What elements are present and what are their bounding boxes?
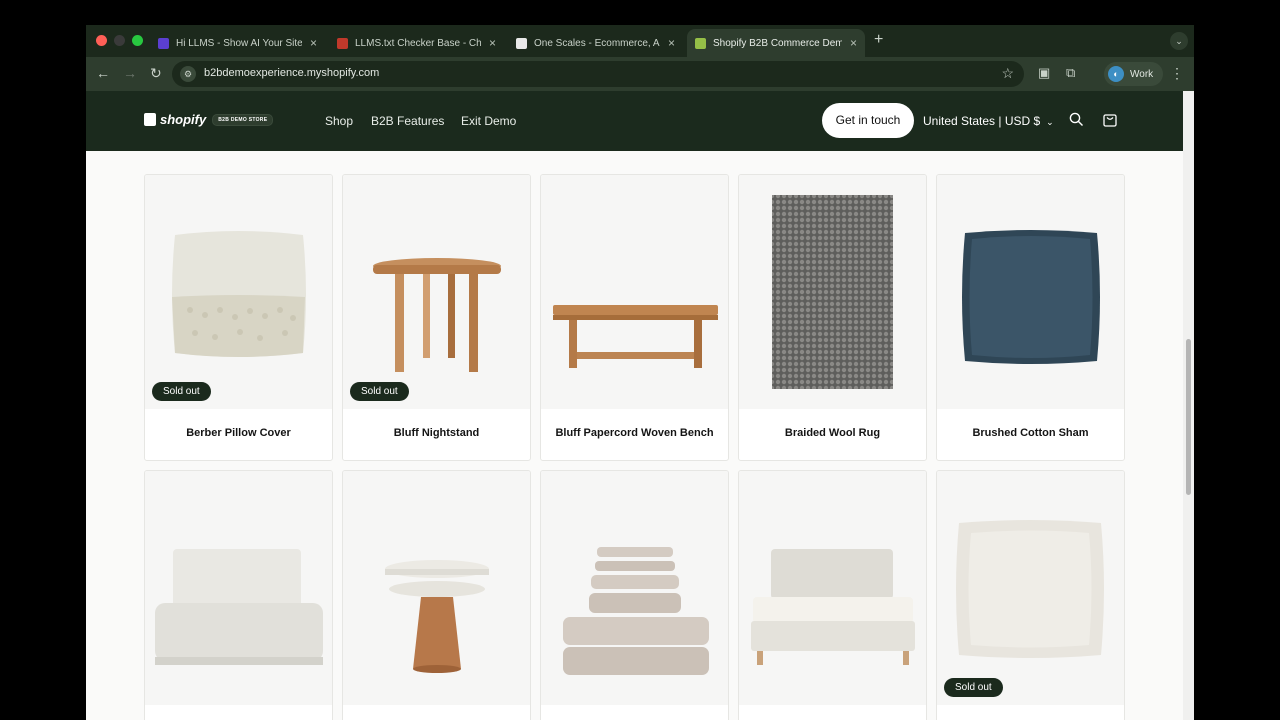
scrollbar-thumb[interactable] <box>1186 339 1191 495</box>
product-name[interactable]: Bluff Papercord Woven Bench <box>541 427 728 439</box>
back-icon[interactable]: ← <box>96 65 110 81</box>
puzzle-icon[interactable]: ⧉ <box>1066 65 1075 81</box>
sold-out-badge: Sold out <box>350 382 409 401</box>
avatar: ◐ <box>1108 66 1124 82</box>
product-card[interactable] <box>342 470 531 720</box>
tab-close-icon[interactable]: × <box>850 36 857 50</box>
site-header: shopify B2B DEMO STORE Shop B2B Features… <box>86 91 1183 151</box>
locale-label: United States | USD $ <box>923 114 1041 128</box>
sold-out-badge: Sold out <box>152 382 211 401</box>
url-text[interactable]: b2bdemoexperience.myshopify.com <box>204 67 379 79</box>
tab-strip: Hi LLMS - Show AI Your Site × LLMS.txt C… <box>86 25 1194 57</box>
bookmark-star-icon[interactable]: ☆ <box>1001 65 1014 82</box>
tab-one-scales[interactable]: One Scales - Ecommerce, An × <box>508 29 683 57</box>
close-window-button[interactable] <box>96 35 107 46</box>
browser-toolbar: ← → ↻ ⚙ b2bdemoexperience.myshopify.com … <box>86 57 1194 91</box>
product-name[interactable]: Brushed Cotton Sham <box>937 427 1124 439</box>
site-settings-icon[interactable]: ⚙ <box>180 66 196 82</box>
tab-favicon <box>337 37 348 49</box>
forward-icon[interactable]: → <box>123 65 137 81</box>
tab-close-icon[interactable]: × <box>668 36 675 50</box>
product-card[interactable]: Braided Wool Rug <box>738 174 927 461</box>
product-card[interactable] <box>738 470 927 720</box>
tab-favicon <box>695 37 706 49</box>
page-scrollbar[interactable] <box>1183 91 1194 720</box>
locale-selector[interactable]: United States | USD $ ⌄ <box>923 114 1054 128</box>
product-image-nightstand[interactable] <box>343 175 530 409</box>
product-card[interactable]: Sold out <box>936 470 1125 720</box>
product-image-linen-pillow[interactable] <box>937 471 1124 705</box>
tab-favicon <box>158 37 169 49</box>
get-in-touch-button[interactable]: Get in touch <box>822 103 914 138</box>
menu-kebab-icon[interactable]: ⋮ <box>1170 65 1184 82</box>
product-image-towels[interactable] <box>541 471 728 705</box>
product-card[interactable]: Brushed Cotton Sham <box>936 174 1125 461</box>
shopify-logo[interactable]: shopify B2B DEMO STORE <box>144 112 274 127</box>
product-card[interactable]: Sold out Bluff Nightstand <box>342 174 531 461</box>
profile-chip[interactable]: ◐ Work <box>1104 62 1164 86</box>
browser-window: Hi LLMS - Show AI Your Site × LLMS.txt C… <box>86 25 1194 720</box>
nav-b2b-features[interactable]: B2B Features <box>371 114 444 128</box>
product-image-berber-pillow[interactable] <box>145 175 332 409</box>
address-bar[interactable]: ⚙ b2bdemoexperience.myshopify.com ☆ <box>172 61 1024 87</box>
tab-close-icon[interactable]: × <box>310 36 317 50</box>
tab-hi-llms[interactable]: Hi LLMS - Show AI Your Site × <box>150 29 325 57</box>
shopify-bag-icon <box>144 113 156 126</box>
tab-title: LLMS.txt Checker Base - Chr <box>355 37 481 49</box>
product-card[interactable] <box>144 470 333 720</box>
zoom-window-button[interactable] <box>132 35 143 46</box>
product-card[interactable]: Bluff Papercord Woven Bench <box>540 174 729 461</box>
reload-icon[interactable]: ↻ <box>150 65 162 82</box>
product-image-side-table[interactable] <box>343 471 530 705</box>
profile-label: Work <box>1130 68 1154 80</box>
product-card[interactable] <box>540 470 729 720</box>
product-name[interactable]: Bluff Nightstand <box>343 427 530 439</box>
product-name[interactable]: Berber Pillow Cover <box>145 427 332 439</box>
tab-title: Hi LLMS - Show AI Your Site <box>176 37 302 49</box>
tab-favicon <box>516 37 527 49</box>
nav-shop[interactable]: Shop <box>325 114 353 128</box>
logo-wordmark: shopify <box>160 112 207 127</box>
nav-exit-demo[interactable]: Exit Demo <box>461 114 516 128</box>
tab-llms-checker[interactable]: LLMS.txt Checker Base - Chr × <box>329 29 504 57</box>
search-icon[interactable] <box>1069 112 1084 131</box>
demo-store-badge: B2B DEMO STORE <box>212 113 274 126</box>
tab-search-chevron-icon[interactable]: ⌄ <box>1170 32 1188 50</box>
product-image-chair[interactable] <box>145 471 332 705</box>
product-image-bed[interactable] <box>739 471 926 705</box>
tab-shopify-b2b[interactable]: Shopify B2B Commerce Demo × <box>687 29 865 57</box>
tab-title: Shopify B2B Commerce Demo <box>713 37 842 49</box>
product-image-sham[interactable] <box>937 175 1124 409</box>
tab-title: One Scales - Ecommerce, An <box>534 37 660 49</box>
chevron-down-icon: ⌄ <box>1046 117 1054 127</box>
cart-icon[interactable] <box>1102 112 1118 132</box>
minimize-window-button[interactable] <box>114 35 125 46</box>
extensions-icon[interactable]: ▣ <box>1038 65 1050 81</box>
product-image-bench[interactable] <box>541 175 728 409</box>
page-viewport: shopify B2B DEMO STORE Shop B2B Features… <box>86 91 1194 720</box>
product-card[interactable]: Sold out Berber Pillow Cover <box>144 174 333 461</box>
product-name[interactable]: Braided Wool Rug <box>739 427 926 439</box>
sold-out-badge: Sold out <box>944 678 1003 697</box>
new-tab-button[interactable]: + <box>874 31 883 49</box>
tab-close-icon[interactable]: × <box>489 36 496 50</box>
product-image-rug[interactable] <box>739 175 926 409</box>
